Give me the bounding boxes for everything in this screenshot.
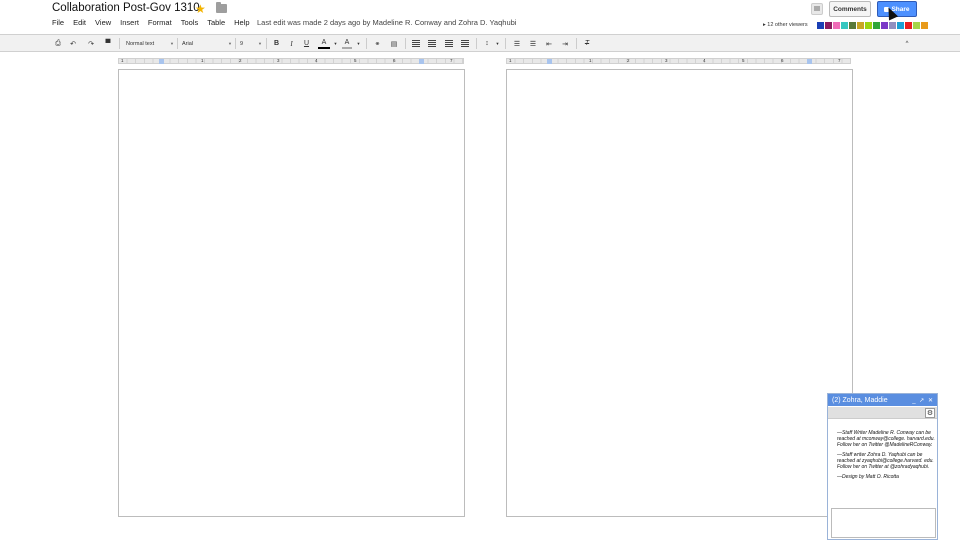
viewer-avatar-swatch[interactable] [897,22,904,29]
viewer-avatar-swatch[interactable] [905,22,912,29]
other-viewers-toggle[interactable]: ▸ 12 other viewers [763,22,808,28]
print-icon[interactable]: ⎙ [53,38,63,49]
document-title[interactable]: Collaboration Post-Gov 1310 [52,2,200,14]
ruler-number: 4 [703,58,706,63]
viewer-avatar-swatch[interactable] [817,22,824,29]
chat-message: —Design by Matt O. Ricotta [837,474,899,480]
viewer-avatar-swatch[interactable] [833,22,840,29]
comment-icon[interactable]: ▤ [389,38,399,49]
gear-icon[interactable]: ⚙ [925,408,935,418]
ruler-number: 6 [781,58,784,63]
document-header: Collaboration Post-Gov 1310 ★ File Edit … [0,0,960,32]
last-edit-status[interactable]: Last edit was made 2 days ago by Madelin… [257,18,516,27]
menu-insert[interactable]: Insert [120,18,139,27]
chat-titlebar[interactable]: (2) Zohra, Maddie _ ↗ ✕ [828,394,937,406]
align-left-icon[interactable] [411,38,421,49]
ruler-number: 7 [838,58,841,63]
formatting-toolbar: ⎙ ↶ ↷ ▀ Normal text ▼ Arial ▼ 9 ▼ B I U A ▼… [0,34,960,52]
viewer-avatar-swatch[interactable] [889,22,896,29]
chat-toolbar: ⚙ [828,407,937,419]
italic-button[interactable]: I [287,38,296,49]
folder-icon[interactable] [216,2,227,13]
font-select[interactable]: Arial ▼ [182,38,232,49]
ruler-number: 1 [121,58,124,63]
ruler-number: 6 [393,58,396,63]
chevron-down-icon[interactable]: ▼ [333,38,338,49]
ruler-number: 5 [354,58,357,63]
align-right-icon[interactable] [444,38,454,49]
font-size-select[interactable]: 9 ▼ [240,38,262,49]
chevron-down-icon: ▼ [258,41,262,46]
menu-bar: File Edit View Insert Format Tools Table… [52,18,250,27]
right-indent-marker[interactable] [419,59,424,64]
ruler-page-2[interactable]: 1 1 2 3 4 5 6 7 [506,58,851,64]
paint-format-icon[interactable]: ▀ [103,38,113,49]
viewer-avatar-swatch[interactable] [913,22,920,29]
menu-edit[interactable]: Edit [73,18,86,27]
text-color-button[interactable]: A [318,38,330,49]
viewer-color-swatches [817,22,928,29]
ruler-number: 1 [509,58,512,63]
bold-button[interactable]: B [272,38,281,49]
left-indent-marker[interactable] [547,59,552,64]
clear-formatting-icon[interactable]: T [582,38,592,49]
chevron-down-icon[interactable]: ▼ [356,38,361,49]
left-indent-marker[interactable] [159,59,164,64]
viewer-avatar-swatch[interactable] [849,22,856,29]
chat-window-controls[interactable]: _ ↗ ✕ [912,397,937,404]
document-page-2[interactable] [506,69,853,517]
chat-input[interactable] [831,508,936,538]
viewer-avatar-swatch[interactable] [825,22,832,29]
menu-file[interactable]: File [52,18,64,27]
ruler-number: 7 [450,58,453,63]
viewer-avatar-swatch[interactable] [865,22,872,29]
paragraph-style-select[interactable]: Normal text ▼ [126,38,174,49]
chat-panel: (2) Zohra, Maddie _ ↗ ✕ ⚙ —Staff Writer … [827,393,938,540]
chat-message: —Staff writer Zohra D. Yaqhubi can be re… [837,452,934,470]
ruler-number: 3 [665,58,668,63]
chat-message: —Staff Writer Madeline R. Conway can be … [837,430,935,448]
chat-toggle-icon[interactable] [811,3,823,15]
link-icon[interactable]: ⚭ [372,38,383,49]
numbered-list-icon[interactable]: ☰ [512,38,522,49]
comments-button[interactable]: Comments [829,1,871,17]
menu-view[interactable]: View [95,18,111,27]
align-center-icon[interactable] [427,38,437,49]
ruler-number: 2 [627,58,630,63]
collapse-toolbar-button[interactable]: ^ [902,38,912,49]
highlight-color-button[interactable]: A [342,38,352,49]
ruler-number: 5 [742,58,745,63]
menu-help[interactable]: Help [234,18,249,27]
viewer-avatar-swatch[interactable] [857,22,864,29]
chevron-down-icon: ▼ [228,41,232,46]
document-page-1[interactable] [118,69,465,517]
viewer-avatar-swatch[interactable] [921,22,928,29]
chevron-down-icon: ▼ [170,41,174,46]
ruler-number: 4 [315,58,318,63]
bulleted-list-icon[interactable]: ☰ [528,38,538,49]
ruler-page-1[interactable]: 1 1 2 3 4 5 6 7 [118,58,464,64]
ruler-number: 2 [239,58,242,63]
decrease-indent-icon[interactable]: ⇤ [544,38,554,49]
increase-indent-icon[interactable]: ⇥ [560,38,570,49]
viewer-avatar-swatch[interactable] [881,22,888,29]
chat-message-list: —Staff Writer Madeline R. Conway can be … [837,430,935,484]
right-indent-marker[interactable] [807,59,812,64]
viewer-avatar-swatch[interactable] [841,22,848,29]
undo-icon[interactable]: ↶ [68,38,78,49]
chevron-down-icon[interactable]: ▼ [495,38,500,49]
align-justify-icon[interactable] [460,38,470,49]
chat-title: (2) Zohra, Maddie [832,396,888,404]
line-spacing-icon[interactable]: ↕ [482,38,492,49]
menu-table[interactable]: Table [207,18,225,27]
menu-format[interactable]: Format [148,18,172,27]
underline-button[interactable]: U [302,38,311,49]
ruler-number: 3 [277,58,280,63]
ruler-number: 1 [201,58,204,63]
menu-tools[interactable]: Tools [181,18,199,27]
star-icon[interactable]: ★ [195,2,206,16]
redo-icon[interactable]: ↷ [86,38,96,49]
viewer-avatar-swatch[interactable] [873,22,880,29]
ruler-number: 1 [589,58,592,63]
